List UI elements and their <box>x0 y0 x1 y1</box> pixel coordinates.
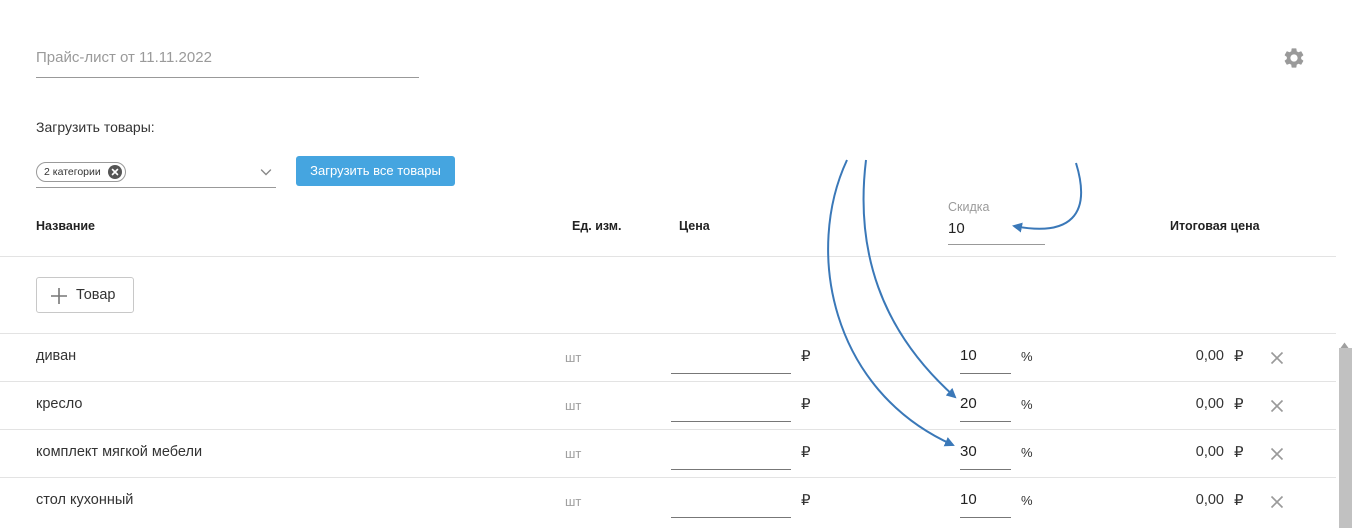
table-row: стол кухонный шт ₽ 10 % 0,00 ₽ <box>0 477 1336 525</box>
discount-input[interactable]: 20 <box>960 392 1011 422</box>
total-price: 0,00 <box>1195 492 1224 508</box>
close-icon[interactable] <box>1270 447 1284 461</box>
product-unit: шт <box>565 494 582 509</box>
currency-symbol: ₽ <box>1234 444 1244 461</box>
currency-symbol: ₽ <box>1234 396 1244 413</box>
plus-icon <box>50 287 68 305</box>
close-icon[interactable] <box>1270 495 1284 509</box>
discount-all-input[interactable]: 10 <box>948 216 1045 245</box>
total-price: 0,00 <box>1195 396 1224 412</box>
percent-symbol: % <box>1021 445 1033 460</box>
close-icon[interactable] <box>1270 399 1284 413</box>
currency-symbol: ₽ <box>801 396 811 413</box>
column-header-total: Итоговая цена <box>1170 219 1260 233</box>
gear-icon[interactable] <box>1282 46 1306 70</box>
percent-symbol: % <box>1021 493 1033 508</box>
product-name: кресло <box>36 396 83 412</box>
price-list-title-field[interactable]: Прайс-лист от 11.11.2022 <box>36 48 419 78</box>
currency-symbol: ₽ <box>1234 348 1244 365</box>
discount-input[interactable]: 30 <box>960 440 1011 470</box>
chevron-down-icon[interactable] <box>260 165 272 177</box>
column-header-discount: Скидка <box>948 200 990 214</box>
product-unit: шт <box>565 350 582 365</box>
percent-symbol: % <box>1021 397 1033 412</box>
product-name: комплект мягкой мебели <box>36 444 203 460</box>
close-icon[interactable] <box>1270 351 1284 365</box>
price-input[interactable] <box>671 440 791 470</box>
chip-remove-icon[interactable] <box>107 165 122 179</box>
load-all-products-button[interactable]: Загрузить все товары <box>296 156 455 186</box>
total-price: 0,00 <box>1195 348 1224 364</box>
add-product-label: Товар <box>76 287 116 303</box>
scrollbar-thumb[interactable] <box>1339 348 1352 528</box>
table-row: кресло шт ₽ 20 % 0,00 ₽ <box>0 381 1336 429</box>
column-header-name: Название <box>36 219 96 233</box>
product-unit: шт <box>565 398 582 413</box>
total-price: 0,00 <box>1195 444 1224 460</box>
currency-symbol: ₽ <box>801 444 811 461</box>
currency-symbol: ₽ <box>1234 492 1244 509</box>
product-name: диван <box>36 348 77 364</box>
category-chip: 2 категории <box>36 162 126 182</box>
category-chip-label: 2 категории <box>44 166 101 178</box>
column-header-unit: Ед. изм. <box>572 219 622 233</box>
add-product-button[interactable]: Товар <box>36 277 134 313</box>
column-header-price: Цена <box>679 219 710 233</box>
product-unit: шт <box>565 446 582 461</box>
discount-input[interactable]: 10 <box>960 344 1011 374</box>
product-name: стол кухонный <box>36 492 134 508</box>
currency-symbol: ₽ <box>801 348 811 365</box>
table-row: диван шт ₽ 10 % 0,00 ₽ <box>0 333 1336 381</box>
discount-input[interactable]: 10 <box>960 488 1011 518</box>
currency-symbol: ₽ <box>801 492 811 509</box>
percent-symbol: % <box>1021 349 1033 364</box>
table-row: комплект мягкой мебели шт ₽ 30 % 0,00 ₽ <box>0 429 1336 477</box>
price-input[interactable] <box>671 344 791 374</box>
scroll-up-arrow-icon[interactable] <box>1340 336 1349 348</box>
price-input[interactable] <box>671 488 791 518</box>
category-select[interactable]: 2 категории <box>36 156 276 188</box>
price-list-title: Прайс-лист от 11.11.2022 <box>36 49 212 66</box>
header-divider <box>0 256 1336 257</box>
price-input[interactable] <box>671 392 791 422</box>
load-products-label: Загрузить товары: <box>36 119 155 135</box>
